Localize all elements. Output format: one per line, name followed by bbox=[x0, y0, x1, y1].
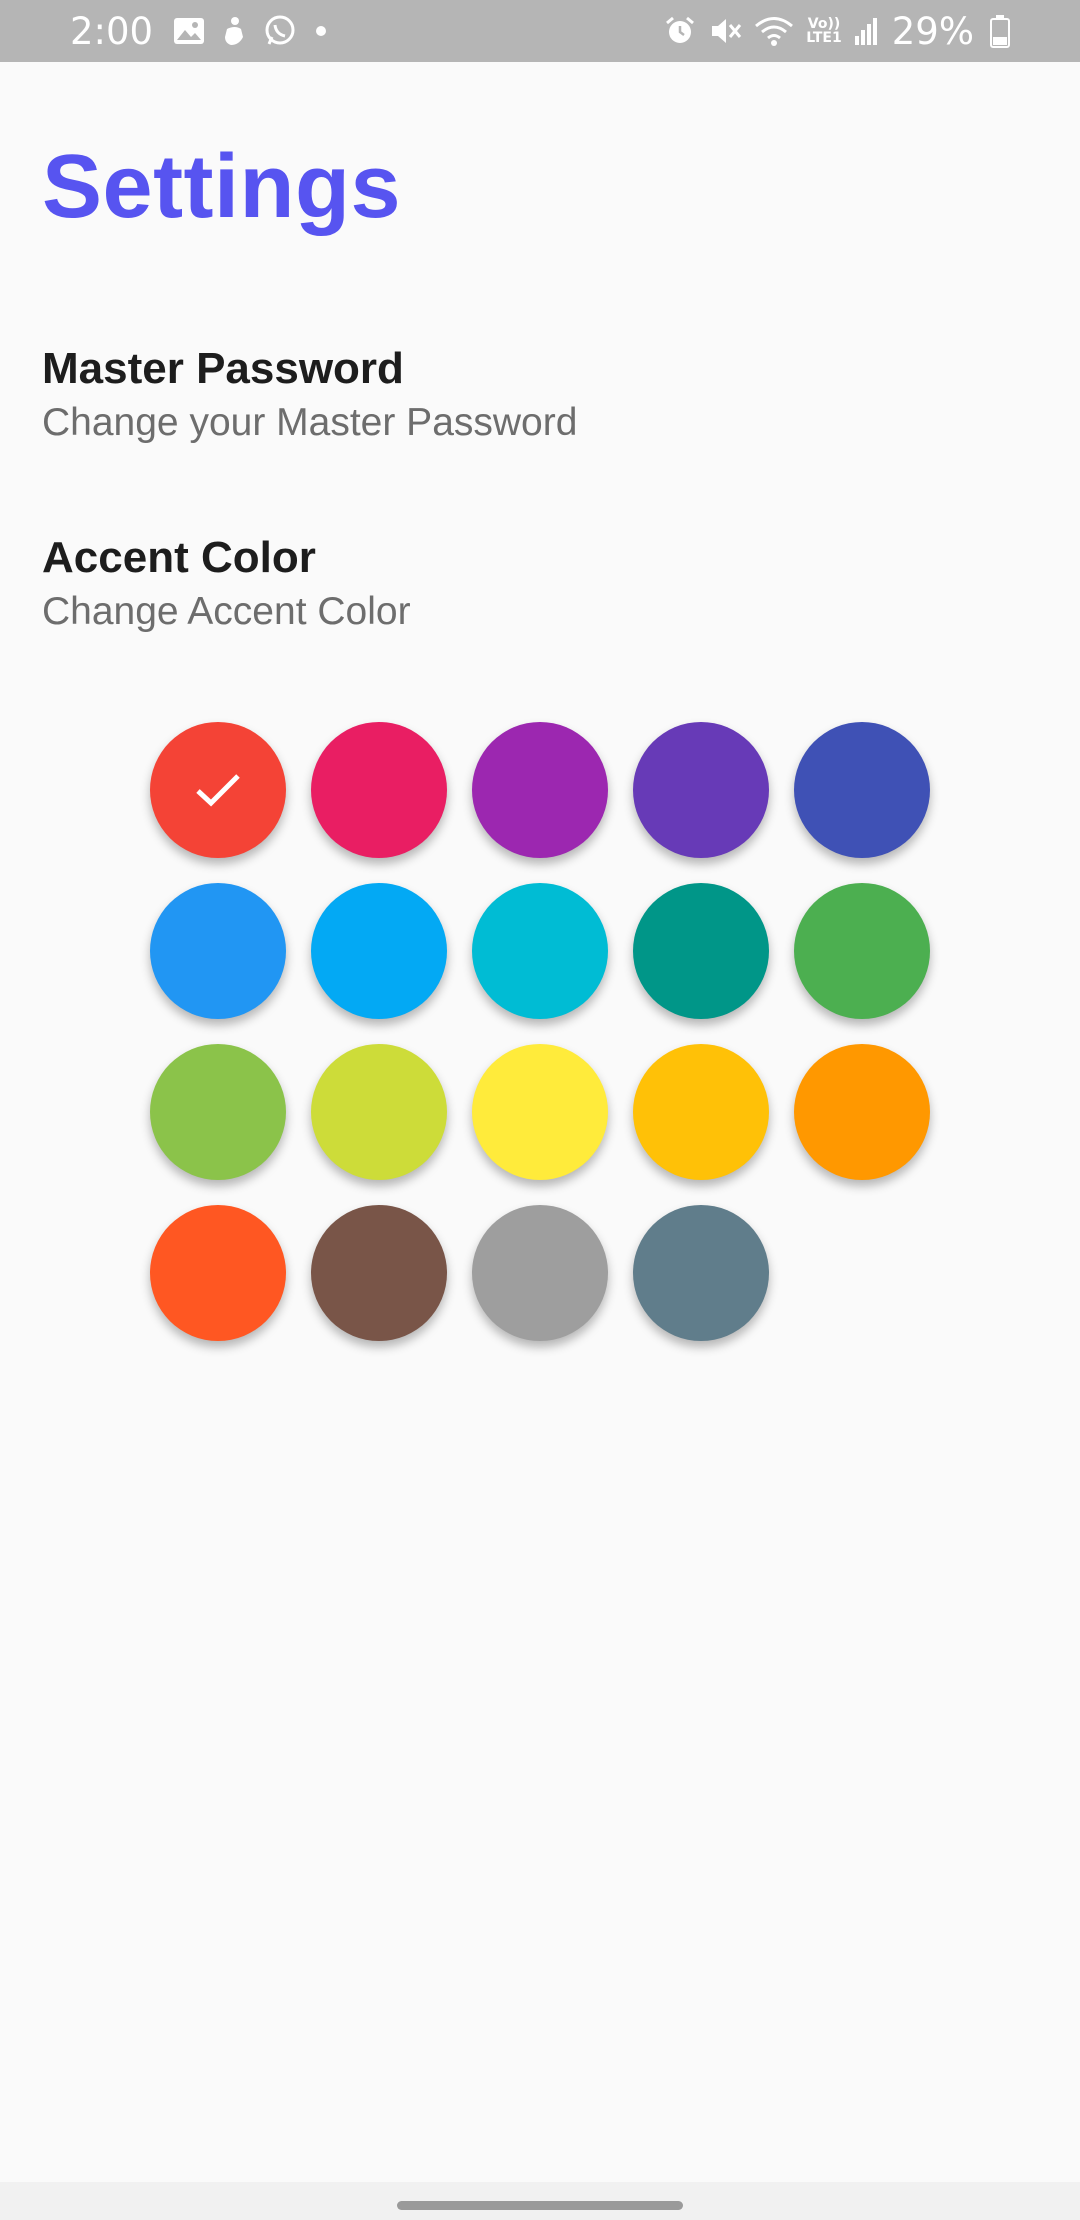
hand-icon bbox=[219, 15, 249, 47]
volte-icon: Vo)) LTE1 bbox=[806, 17, 841, 45]
color-swatch[interactable] bbox=[150, 883, 286, 1019]
master-password-setting[interactable]: Master Password Change your Master Passw… bbox=[42, 342, 577, 450]
color-swatch[interactable] bbox=[633, 883, 769, 1019]
volte-top-label: Vo)) bbox=[807, 16, 841, 32]
master-password-subtitle: Change your Master Password bbox=[42, 401, 578, 444]
color-swatch[interactable] bbox=[633, 1205, 769, 1341]
wifi-icon bbox=[754, 15, 794, 47]
whatsapp-icon bbox=[263, 14, 297, 48]
status-bar-left: 2:00 bbox=[70, 0, 345, 62]
color-swatch[interactable] bbox=[311, 883, 447, 1019]
battery-icon bbox=[990, 14, 1010, 48]
color-swatch[interactable] bbox=[150, 1205, 286, 1341]
battery-percentage: 29% bbox=[891, 9, 974, 53]
image-icon bbox=[173, 17, 205, 45]
color-swatch[interactable] bbox=[311, 1205, 447, 1341]
color-swatch[interactable] bbox=[633, 1044, 769, 1180]
accent-color-title: Accent Color bbox=[42, 533, 316, 582]
checkmark-icon bbox=[196, 774, 240, 807]
page-title: Settings bbox=[42, 137, 402, 237]
color-swatch[interactable] bbox=[472, 1044, 608, 1180]
dot-icon bbox=[311, 21, 331, 41]
status-bar-right: Vo)) LTE1 29% bbox=[652, 0, 1010, 62]
signal-icon bbox=[854, 16, 878, 46]
color-swatch[interactable] bbox=[794, 883, 930, 1019]
status-bar: 2:00 Vo)) LTE1 29% bbox=[0, 0, 1080, 62]
master-password-title: Master Password bbox=[42, 344, 404, 393]
color-swatch[interactable] bbox=[472, 883, 608, 1019]
color-swatch[interactable] bbox=[472, 722, 608, 858]
color-swatch[interactable] bbox=[794, 722, 930, 858]
color-swatch[interactable] bbox=[794, 1044, 930, 1180]
color-swatch[interactable] bbox=[633, 722, 769, 858]
navigation-bar bbox=[0, 2182, 1080, 2220]
home-indicator[interactable] bbox=[397, 2201, 683, 2210]
color-swatch[interactable] bbox=[150, 722, 286, 858]
color-swatch[interactable] bbox=[150, 1044, 286, 1180]
color-swatch[interactable] bbox=[472, 1205, 608, 1341]
alarm-icon bbox=[664, 15, 696, 47]
status-time: 2:00 bbox=[70, 9, 154, 53]
color-swatch[interactable] bbox=[311, 1044, 447, 1180]
accent-color-picker bbox=[150, 722, 930, 1341]
volte-bottom-label: LTE1 bbox=[806, 30, 842, 46]
color-swatch[interactable] bbox=[311, 722, 447, 858]
accent-color-subtitle: Change Accent Color bbox=[42, 590, 411, 633]
mute-icon bbox=[708, 15, 742, 47]
accent-color-setting[interactable]: Accent Color Change Accent Color bbox=[42, 531, 411, 639]
